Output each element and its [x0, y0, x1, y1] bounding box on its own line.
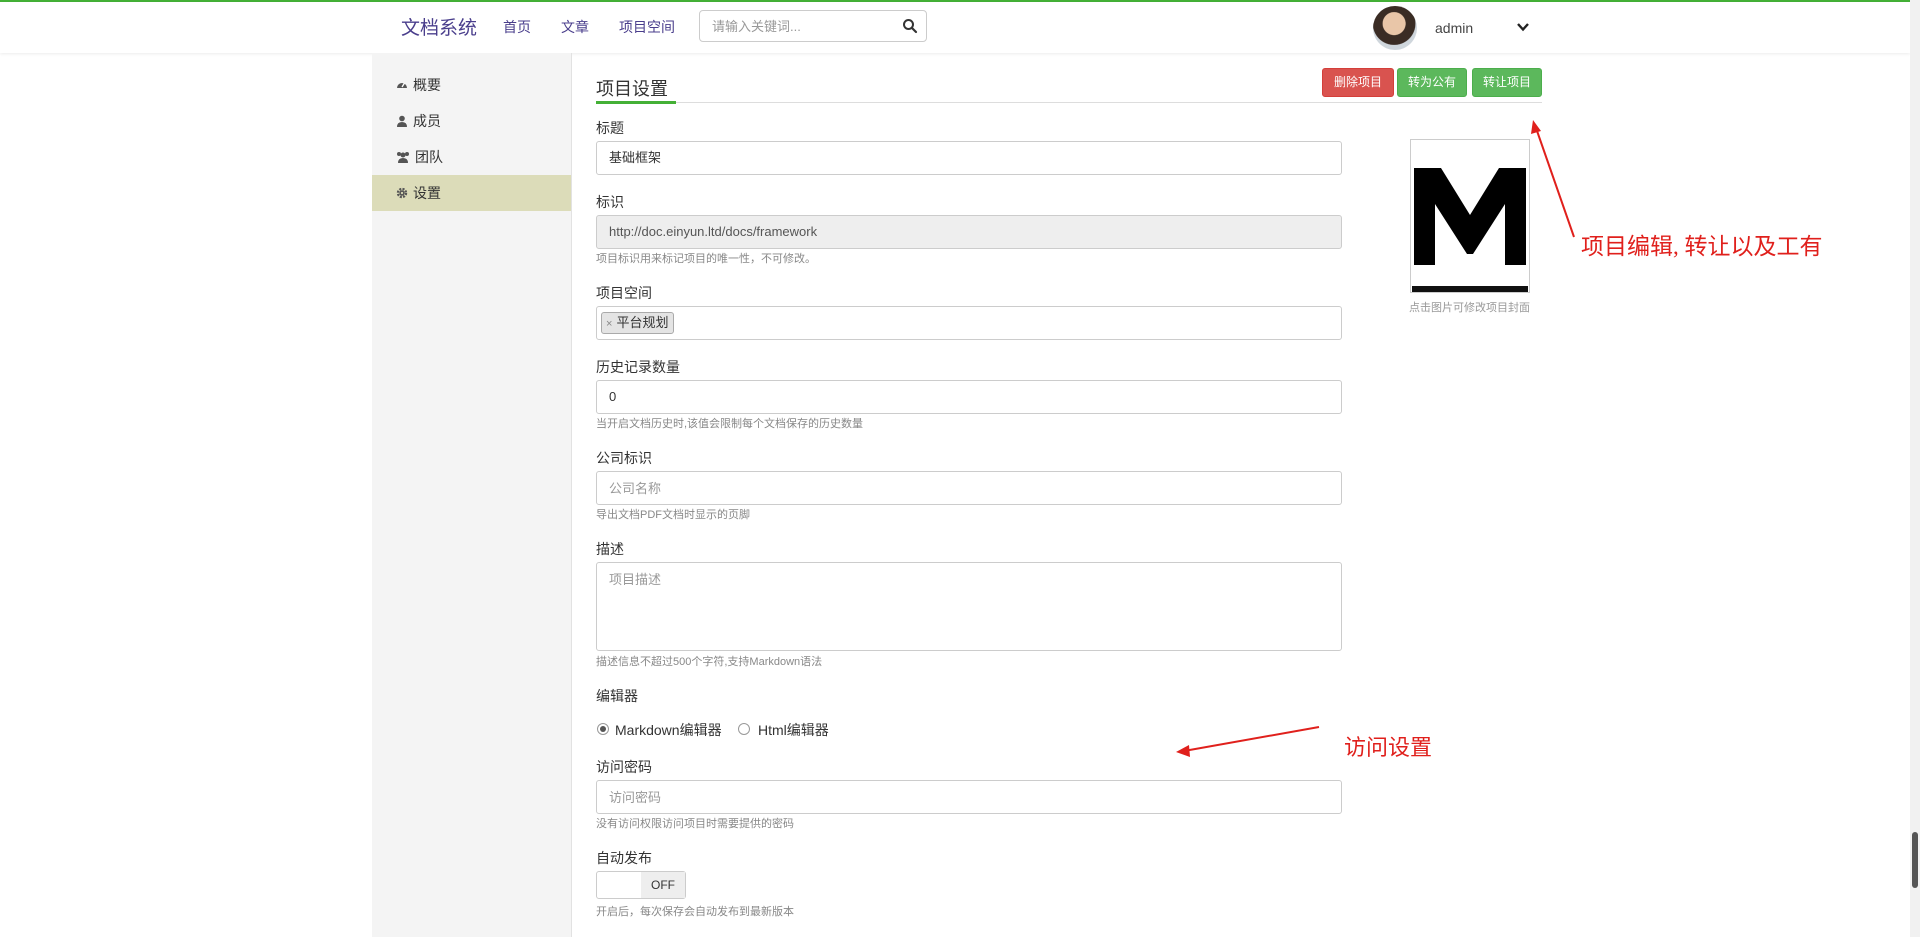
page-scrollbar[interactable]: [1910, 0, 1920, 937]
annotation-arrow-middle: [1183, 726, 1320, 752]
annotation-arrows: [1176, 120, 1575, 757]
annotation-project-edit: 项目编辑, 转让以及工有: [1581, 234, 1823, 259]
annotation-arrow-top: [1535, 127, 1575, 238]
annotation-access-settings: 访问设置: [1344, 735, 1433, 760]
scrollbar-thumb[interactable]: [1912, 832, 1918, 888]
annotation-arrowhead-top: [1531, 120, 1541, 134]
annotation-arrowhead-middle: [1176, 745, 1190, 757]
